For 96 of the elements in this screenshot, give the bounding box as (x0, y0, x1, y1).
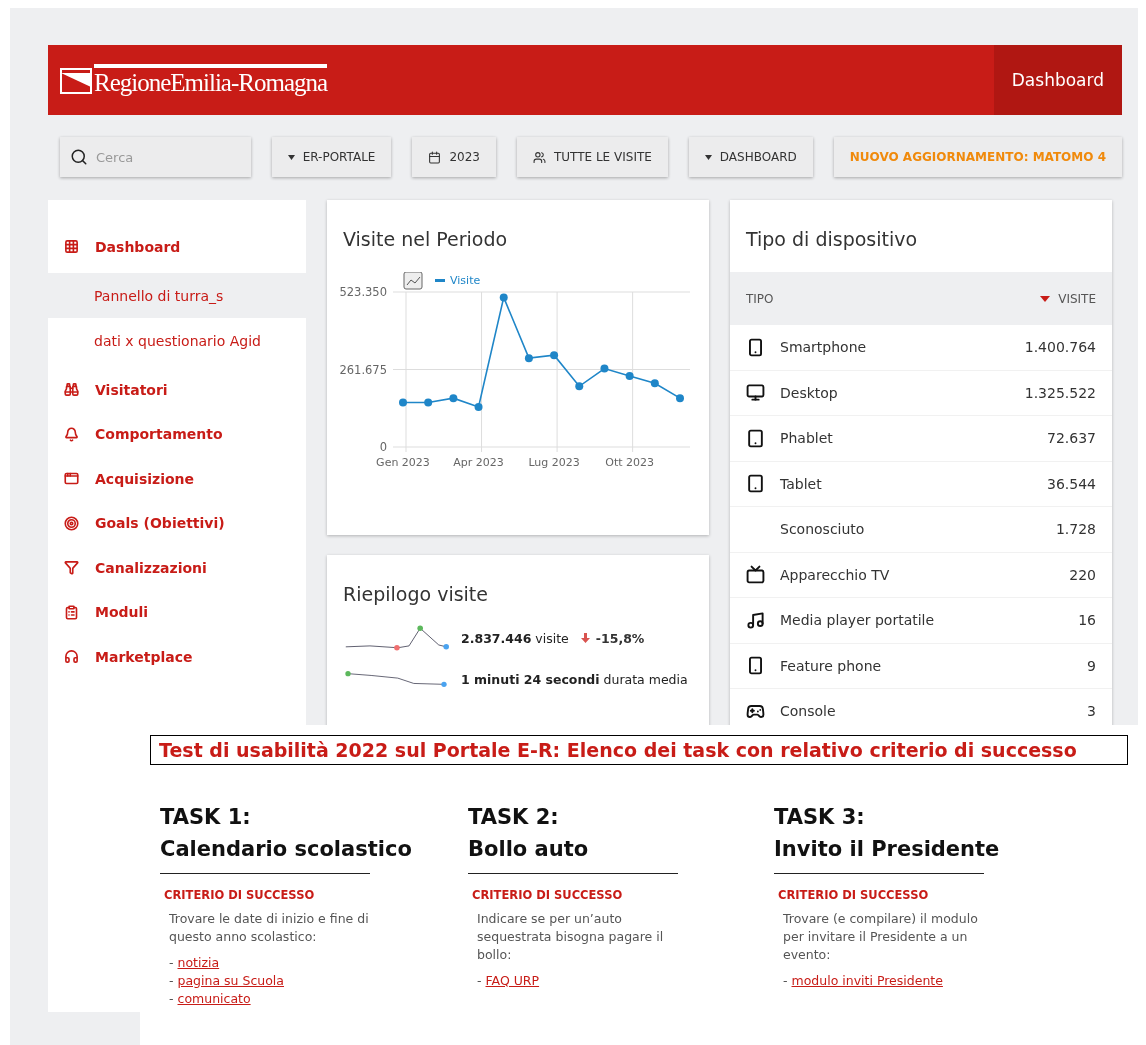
summary-text: 2.837.446 visite (461, 630, 569, 646)
x-axis-label: Lug 2023 (528, 456, 580, 469)
data-point (449, 394, 458, 403)
table-cell-text: Desktop (780, 384, 839, 401)
y-axis-label: 0 (379, 440, 387, 454)
table-cell-text: Console (780, 703, 837, 720)
legend-label: Visite (450, 274, 481, 287)
task-link[interactable]: FAQ URP (485, 973, 540, 988)
funnel-icon (64, 560, 79, 575)
data-point (499, 293, 508, 302)
data-point (550, 351, 559, 360)
task-link[interactable]: notizia (177, 955, 220, 970)
data-point (676, 394, 684, 403)
x-axis-label: Apr 2023 (453, 456, 504, 469)
users-icon (532, 150, 546, 164)
monitor-icon (746, 383, 765, 403)
table-cell-text: Phablet (780, 430, 834, 447)
search-field[interactable]: Cerca (60, 137, 251, 177)
legend-item[interactable]: Visite (435, 274, 481, 287)
target-icon (64, 515, 79, 531)
data-point (524, 354, 533, 363)
headphones-icon (64, 649, 79, 664)
task-title: TASK 3: Invito il Presidente (774, 804, 1000, 863)
table-cell: 16 (1078, 612, 1096, 629)
caret-icon (704, 154, 712, 160)
sidebar-subitem[interactable]: Pannello di turra_s (48, 273, 306, 318)
table-cell-text: Apparecchio TV (780, 566, 891, 583)
data-point (650, 379, 659, 388)
binoculars-icon (64, 382, 79, 397)
tablet-icon (746, 428, 765, 448)
table-cell: 1.728 (1055, 521, 1096, 538)
grid-icon (64, 239, 79, 254)
task-title: TASK 1: Calendario scolastico (160, 804, 412, 863)
filter-button[interactable]: 2023 (412, 137, 496, 177)
data-point (575, 382, 584, 391)
column-header[interactable]: VISITE (1040, 291, 1096, 306)
tv-icon (746, 565, 765, 585)
region-logo[interactable]: RegioneEmilia-Romagna (60, 45, 328, 115)
card-title: Visite nel Periodo (342, 227, 509, 252)
task-description: Indicare se per un’auto sequestrata bisogna pagare il bollo: (477, 910, 665, 964)
table-cell: 72.637 (1047, 430, 1096, 447)
column-header[interactable]: TIPO (746, 291, 774, 306)
criterion-label: CRITERIO DI SUCCESSO (778, 888, 930, 902)
caret-icon (287, 154, 295, 160)
bell-icon (64, 426, 79, 442)
tablet-icon (746, 474, 765, 494)
criterion-label: CRITERIO DI SUCCESSO (164, 888, 316, 902)
table-cell-text: Media player portatile (780, 612, 936, 629)
filter-button[interactable]: TUTTE LE VISITE (516, 137, 668, 177)
list-dash: - (783, 973, 788, 988)
search-icon (70, 148, 88, 166)
filter-button[interactable]: ER-PORTALE (271, 137, 392, 177)
window-icon (64, 471, 79, 486)
task-link[interactable]: modulo inviti Presidente (791, 973, 943, 988)
panel-title: Test di usabilità 2022 sul Portale E-R: Elenco dei task con relativo criterio di successo (150, 735, 1128, 765)
table-cell-text: Tablet (780, 475, 823, 492)
calendar-icon (428, 150, 442, 164)
table-cell-text: Feature phone (780, 657, 883, 674)
phone-icon (746, 656, 765, 676)
task-title: TASK 2: Bollo auto (468, 804, 589, 863)
nav-tab[interactable]: Dashboard (993, 45, 1122, 115)
table-cell-text: Sconosciuto (780, 521, 866, 538)
list-dash: - (169, 955, 174, 970)
data-point (625, 371, 634, 380)
task-link[interactable]: comunicato (177, 991, 251, 1006)
task-description: Trovare le date di inizio e fine di questo anno scolastico: (169, 910, 370, 946)
table-cell: 3 (1087, 703, 1096, 720)
table-cell: 1.400.764 (1024, 339, 1096, 356)
table-cell-text: Smartphone (780, 339, 868, 356)
smartphone-icon (746, 337, 765, 357)
summary-text: 1 minuti 24 secondi durata media (461, 671, 688, 687)
y-axis-label: 523.350 (339, 285, 387, 299)
data-point (399, 398, 407, 407)
filter-button[interactable]: DASHBOARD (688, 137, 813, 177)
table-cell: 36.544 (1047, 475, 1096, 492)
change-value: -15,8% (580, 630, 645, 646)
list-dash: - (169, 991, 174, 1006)
table-cell: 220 (1069, 566, 1096, 583)
data-point (474, 403, 483, 411)
music-note-icon (746, 610, 765, 630)
clipboard-icon (64, 604, 79, 620)
task-link[interactable]: pagina su Scuola (177, 973, 284, 988)
chart-legend-icon[interactable] (403, 272, 423, 290)
data-point (424, 398, 433, 407)
y-axis-label: 261.675 (339, 362, 387, 377)
x-axis-label: Gen 2023 (376, 456, 430, 469)
table-cell: 1.325.522 (1024, 384, 1096, 401)
criterion-label: CRITERIO DI SUCCESSO (472, 888, 624, 902)
x-axis-label: Ott 2023 (605, 456, 655, 469)
list-dash: - (477, 973, 482, 988)
task-description: Trovare (e compilare) il modulo per invitare il Presidente a un evento: (783, 910, 979, 964)
card-title: Riepilogo visite (342, 582, 489, 607)
data-point (600, 364, 609, 373)
list-dash: - (169, 973, 174, 988)
table-cell: 9 (1087, 657, 1096, 674)
card-title: Tipo di dispositivo (745, 227, 919, 252)
